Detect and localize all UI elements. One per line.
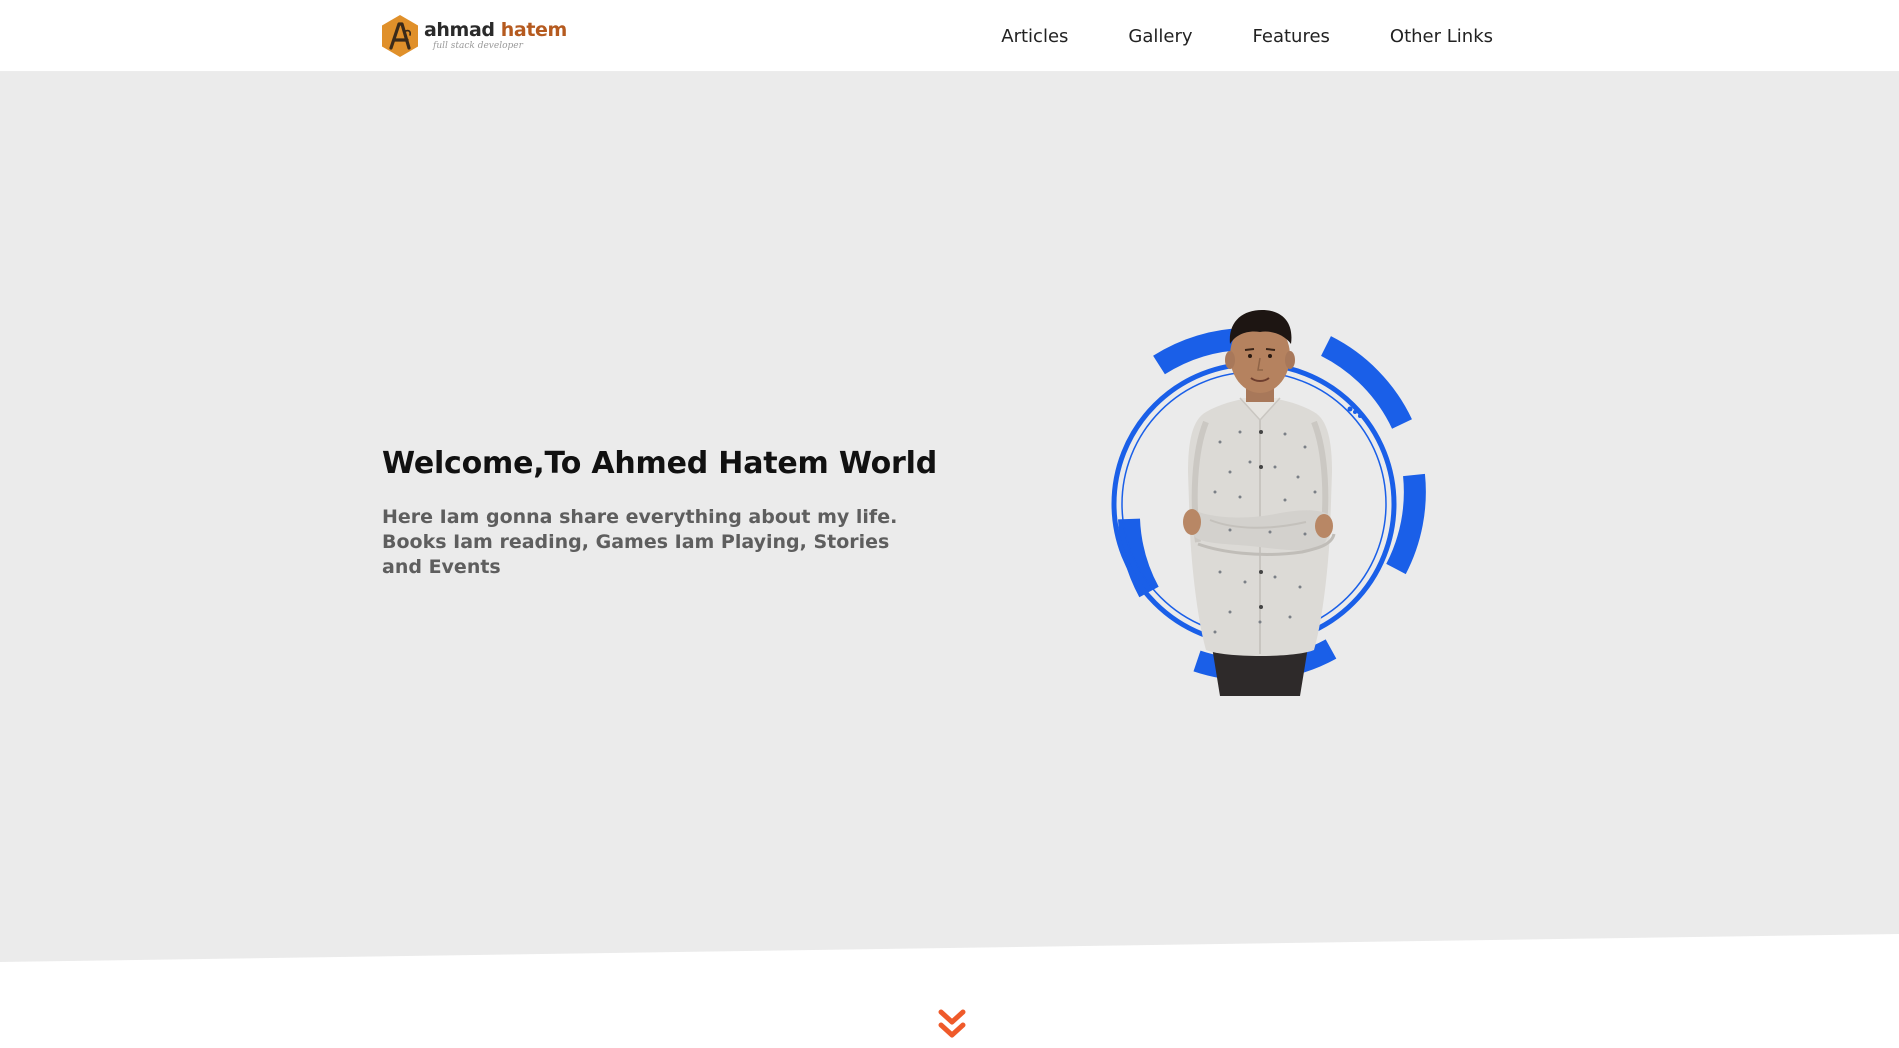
nav-gallery[interactable]: Gallery: [1128, 26, 1192, 47]
hero-description: Here Iam gonna share everything about my…: [382, 506, 898, 578]
nav-articles[interactable]: Articles: [1001, 26, 1068, 47]
logo-text: ahmad hatem full stack developer: [424, 21, 567, 51]
site-header: ahmad hatem full stack developer Article…: [0, 0, 1899, 72]
nav-other-links[interactable]: Other Links: [1390, 26, 1493, 47]
person-figure: [1183, 310, 1336, 696]
nav-features[interactable]: Features: [1253, 26, 1330, 47]
hero-title: Welcome,To Ahmed Hatem World: [382, 446, 938, 481]
hero-section: Welcome,To Ahmed Hatem World Here Iam go…: [0, 72, 1899, 962]
hexagon-logo-icon: [380, 14, 420, 58]
double-chevron-down-icon: [938, 1009, 966, 1038]
site-logo[interactable]: ahmad hatem full stack developer: [380, 13, 567, 59]
scroll-down-button[interactable]: [938, 1008, 966, 1044]
logo-name-first: ahmad: [424, 19, 495, 41]
hero-portrait: [1070, 282, 1510, 752]
logo-name-second: hatem: [500, 19, 568, 41]
logo-tagline: full stack developer: [433, 41, 523, 51]
logo-name: ahmad hatem: [424, 21, 567, 40]
main-nav: Articles Gallery Features Other Links: [1001, 0, 1493, 72]
hero-text: Welcome,To Ahmed Hatem World Here Iam go…: [382, 446, 942, 580]
